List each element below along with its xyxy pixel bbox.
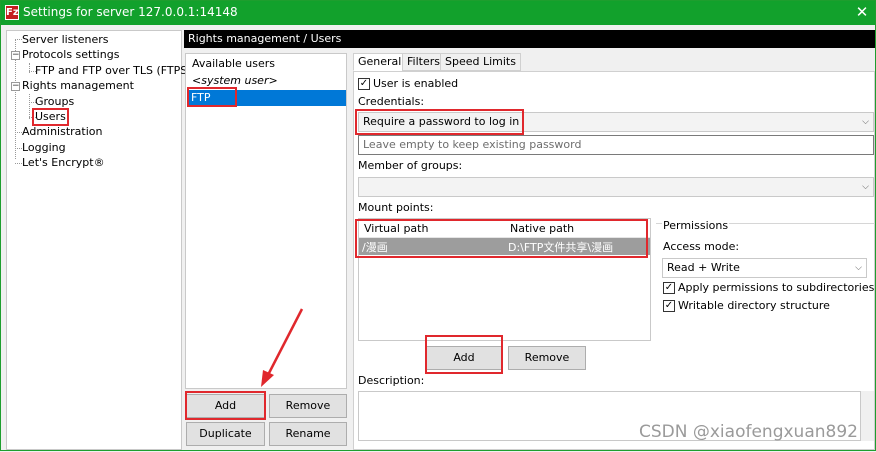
annotation-arrow bbox=[261, 308, 304, 387]
settings-window: Fz Settings for server 127.0.0.1:14148 ✕… bbox=[0, 0, 876, 451]
arrow-head bbox=[261, 370, 274, 387]
arrow-shaft bbox=[266, 308, 304, 376]
csdn-watermark: CSDN @xiaofengxuan892 bbox=[639, 422, 858, 442]
